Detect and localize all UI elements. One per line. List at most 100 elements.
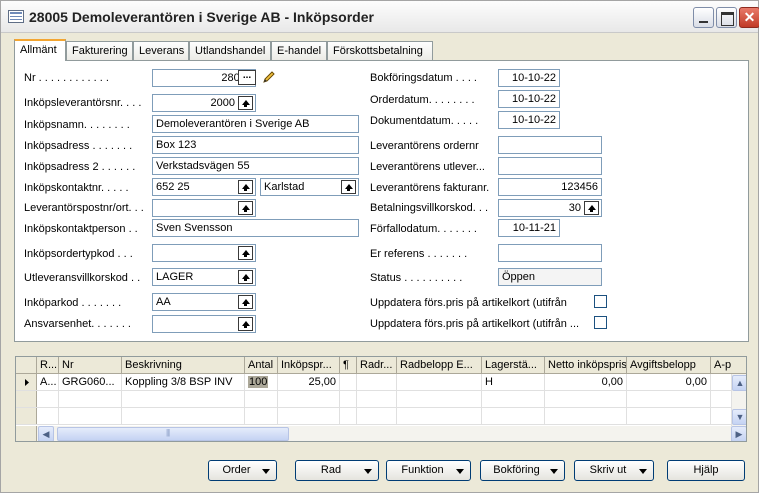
column-header[interactable]: R... [37,357,59,374]
lookup-button-icon[interactable] [238,295,253,309]
tab-allmant[interactable]: Allmänt [14,39,66,61]
cell-para[interactable] [340,374,357,391]
pencil-icon[interactable] [262,70,276,84]
dropdown-arrow-icon [639,469,647,474]
funktion-menu-button[interactable]: Funktion [386,460,471,481]
help-button[interactable]: Hjälp [667,460,745,481]
tab-e-handel[interactable]: E-handel [271,41,327,60]
vertical-scrollbar[interactable]: ▲ ▼ [731,374,746,426]
orderdatum-label: Orderdatum. . . . . . . . [370,94,475,106]
inkoparkod-label: Inköparkod . . . . . . . [24,297,122,309]
tab-utlandshandel[interactable]: Utlandshandel [189,41,271,60]
inkopsnamn-label: Inköpsnamn. . . . . . . . [24,119,130,131]
cell-nr[interactable]: GRG060... [59,374,122,391]
dropdown-arrow-icon [550,469,558,474]
cell-lagerstalle[interactable]: H [482,374,545,391]
column-header[interactable]: ¶ [340,357,357,374]
scroll-up-icon[interactable]: ▲ [732,375,746,391]
horizontal-scrollbar[interactable]: ◀ ▶ [37,426,746,441]
inkopsadress-label: Inköpsadress . . . . . . . [24,140,133,152]
lookup-button-icon[interactable] [238,96,253,110]
dokumentdatum-field[interactable]: 10-10-22 [498,111,560,129]
table-row[interactable]: A... GRG060... Koppling 3/8 BSP INV 100 … [16,374,732,391]
maximize-button[interactable] [716,7,737,28]
purchase-order-window: 28005 Demoleverantören i Sverige AB - In… [0,0,759,493]
cell-antal[interactable]: 100 [245,374,278,391]
uppdatera-1-label: Uppdatera förs.pris på artikelkort (utif… [370,297,567,309]
tab-leverans[interactable]: Leverans [133,41,189,60]
column-header[interactable]: Radbelopp E... [397,357,482,374]
lookup-button-icon[interactable] [238,246,253,260]
status-label: Status . . . . . . . . . . [370,272,463,284]
inkopskontaktperson-label: Inköpskontaktperson . . [24,223,138,235]
scroll-left-icon[interactable]: ◀ [38,426,54,441]
ansvarsenhet-label: Ansvarsenhet. . . . . . . [24,318,131,330]
inkopsadress2-label: Inköpsadress 2 . . . . . . [24,161,136,173]
cell-avgift[interactable]: 0,00 [627,374,711,391]
lookup-button-icon[interactable] [341,180,356,194]
forfallodatum-field[interactable]: 10-11-21 [498,219,560,237]
cell-r[interactable]: A... [37,374,59,391]
inkopsadress-field[interactable]: Box 123 [152,136,359,154]
column-header[interactable]: Avgiftsbelopp [627,357,711,374]
column-header[interactable]: Inköpspr... [278,357,340,374]
row-selector-header [16,357,37,374]
title-bar[interactable]: 28005 Demoleverantören i Sverige AB - In… [1,1,759,33]
table-row[interactable] [16,391,732,408]
dropdown-arrow-icon [364,469,372,474]
uppdatera-2-checkbox[interactable] [594,316,607,329]
lookup-button-icon[interactable] [238,317,253,331]
lookup-button-icon[interactable] [238,180,253,194]
order-lines-grid: R... Nr Beskrivning Antal Inköpspr... ¶ … [15,356,747,442]
dropdown-arrow-icon [262,469,270,474]
leverantorens-utlever-label: Leverantörens utlever... [370,161,485,173]
cell-netto[interactable]: 0,00 [545,374,627,391]
dropdown-arrow-icon [456,469,464,474]
lookup-button-icon[interactable] [238,201,253,215]
utleveransvillkorskod-label: Utleveransvillkorskod . . [24,272,141,284]
uppdatera-1-checkbox[interactable] [594,295,607,308]
column-header[interactable]: Netto inköpspris [545,357,627,374]
column-header[interactable]: Lagerstä... [482,357,545,374]
tab-forskottsbetalning[interactable]: Förskottsbetalning [327,41,433,60]
leverantorens-utlever-field[interactable] [498,157,602,175]
lookup-button-icon[interactable] [584,201,599,215]
close-button[interactable]: ✕ [739,7,759,28]
order-menu-button[interactable]: Order [208,460,277,481]
inkopsleverantorsnr-label: Inköpsleverantörsnr. . . . [24,97,142,109]
scroll-thumb[interactable] [57,427,289,441]
nr-label: Nr . . . . . . . . . . . . [24,72,109,84]
form-icon [8,10,24,23]
scroll-down-icon[interactable]: ▼ [732,409,746,425]
cell-beskrivning[interactable]: Koppling 3/8 BSP INV [122,374,245,391]
scroll-right-icon[interactable]: ▶ [731,426,746,441]
cell-radrabatt[interactable] [357,374,397,391]
leverantorens-ordernr-label: Leverantörens ordernr [370,140,479,152]
inkopsnamn-field[interactable]: Demoleverantören i Sverige AB [152,115,359,133]
leverantorens-fakturanr-label: Leverantörens fakturanr. [370,182,490,194]
uppdatera-2-label: Uppdatera förs.pris på artikelkort (utif… [370,318,580,330]
skriv-ut-menu-button[interactable]: Skriv ut [574,460,654,481]
column-header[interactable]: Nr [59,357,122,374]
column-header[interactable]: Beskrivning [122,357,245,374]
rad-menu-button[interactable]: Rad [295,460,379,481]
column-header[interactable]: Antal [245,357,278,374]
orderdatum-field[interactable]: 10-10-22 [498,90,560,108]
leverantorens-ordernr-field[interactable] [498,136,602,154]
cell-radbelopp[interactable] [397,374,482,391]
leverantorens-fakturanr-field[interactable]: 123456 [498,178,602,196]
inkopsadress2-field[interactable]: Verkstadsvägen 55 [152,157,359,175]
inkopskontaktperson-field[interactable]: Sven Svensson [152,219,359,237]
bokforing-menu-button[interactable]: Bokföring [480,460,565,481]
bokforingsdatum-field[interactable]: 10-10-22 [498,69,560,87]
er-referens-field[interactable] [498,244,602,262]
column-header[interactable]: Radr... [357,357,397,374]
table-row[interactable] [16,408,732,425]
lookup-button-icon[interactable] [238,270,253,284]
status-field: Öppen [498,268,602,286]
minimize-button[interactable] [693,7,714,28]
cell-inkopspris[interactable]: 25,00 [278,374,340,391]
tab-fakturering[interactable]: Fakturering [66,41,133,60]
column-header[interactable]: A-p [711,357,746,374]
assist-edit-button[interactable]: ... [238,70,256,85]
